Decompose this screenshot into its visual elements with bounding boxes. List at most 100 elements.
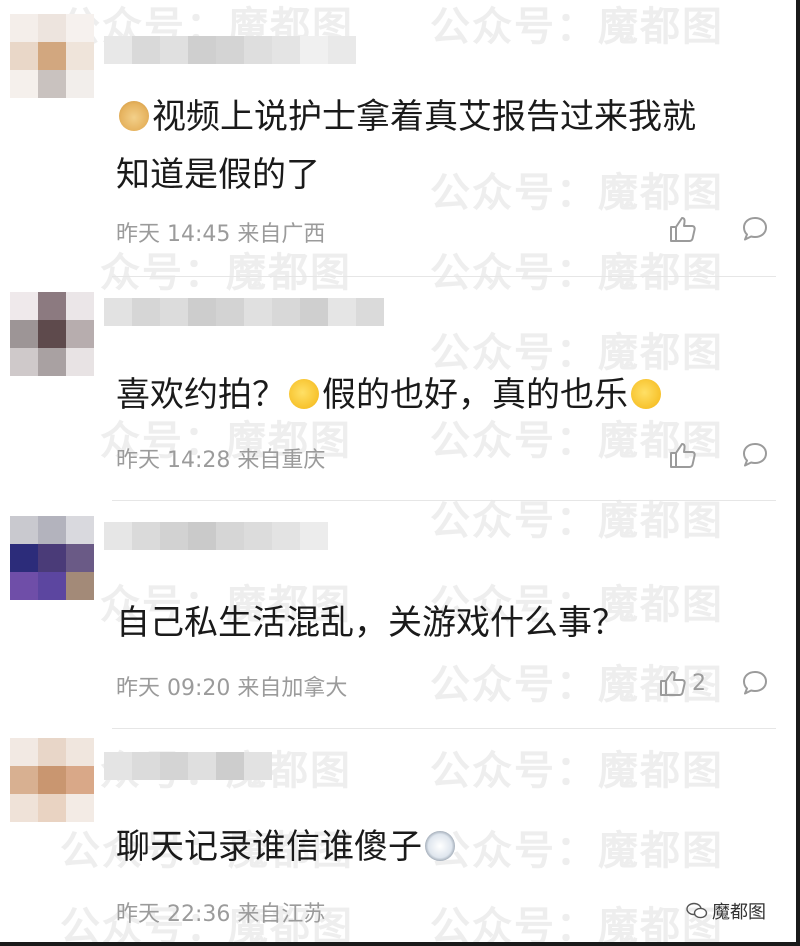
avatar-pixel [38, 766, 66, 794]
avatar-pixel [10, 292, 38, 320]
username-pixel [244, 36, 272, 64]
avatar-pixel [66, 14, 94, 42]
username-pixel [272, 522, 300, 550]
username-pixel [300, 298, 328, 326]
username-pixel [160, 522, 188, 550]
comment-meta: 昨天 14:45 来自广西 [116, 222, 326, 247]
avatar-pixel [38, 516, 66, 544]
comment-text: 视频上说护士拿着真艾报告过来我就 知道是假的了 [116, 88, 766, 204]
divider [112, 728, 776, 729]
username-pixel [188, 36, 216, 64]
comment-text: 聊天记录谁信谁傻子 [116, 818, 766, 876]
username-pixel [188, 522, 216, 550]
comment-meta: 昨天 09:20 来自加拿大 [116, 676, 348, 701]
username-pixel [300, 522, 328, 550]
avatar-pixel [10, 70, 38, 98]
username-pixel [216, 298, 244, 326]
doge-emoji-icon [119, 101, 149, 131]
avatar[interactable] [10, 14, 94, 98]
avatar-pixel [38, 738, 66, 766]
reply-button[interactable] [740, 668, 770, 702]
divider [112, 276, 776, 277]
avatar-pixel [66, 320, 94, 348]
comment-text: 喜欢约拍？ 假的也好，真的也乐 [116, 366, 766, 424]
avatar-pixel [66, 766, 94, 794]
avatar[interactable] [10, 516, 94, 600]
brand-name: 魔都图 [712, 902, 766, 923]
divider [112, 500, 776, 501]
avatar-pixel [66, 572, 94, 600]
username-pixel [132, 298, 160, 326]
username-pixel [272, 298, 300, 326]
username-pixel [216, 36, 244, 64]
thumbs-up-icon [670, 443, 696, 468]
username-pixel [216, 752, 244, 780]
username-pixel [104, 522, 132, 550]
comment-text-line: 聊天记录谁信谁傻子 [116, 827, 422, 867]
username-pixel [244, 298, 272, 326]
avatar-pixel [10, 544, 38, 572]
username-pixel [244, 752, 272, 780]
avatar-pixel [10, 738, 38, 766]
thumbs-up-icon [660, 671, 686, 696]
avatar-pixel [10, 794, 38, 822]
username-pixel [188, 298, 216, 326]
comment-meta: 昨天 14:28 来自重庆 [116, 448, 326, 473]
avatar-pixel [38, 292, 66, 320]
username-blurred[interactable] [104, 522, 328, 550]
username-pixel [328, 298, 356, 326]
avatar-pixel [66, 70, 94, 98]
like-button[interactable] [668, 214, 698, 244]
username-blurred[interactable] [104, 36, 356, 64]
avatar-pixel [10, 348, 38, 376]
avatar-pixel [10, 320, 38, 348]
avatar-pixel [38, 70, 66, 98]
avatar-pixel [38, 348, 66, 376]
avatar-pixel [10, 14, 38, 42]
username-pixel [104, 752, 132, 780]
avatar-pixel [66, 794, 94, 822]
avatar-pixel [66, 42, 94, 70]
like-button[interactable]: 2 [658, 668, 706, 698]
comment-text-line: 视频上说护士拿着真艾报告过来我就 [152, 97, 696, 137]
username-pixel [132, 752, 160, 780]
thinking-emoji-icon [631, 379, 661, 409]
comment-text-line: 知道是假的了 [116, 155, 320, 195]
comment-text-line: 自己私生活混乱，关游戏什么事？ [116, 603, 626, 643]
avatar-pixel [10, 42, 38, 70]
username-pixel [160, 36, 188, 64]
comment-bubble-icon [743, 217, 767, 241]
like-count: 2 [692, 670, 706, 696]
avatar-pixel [66, 348, 94, 376]
comment-bubble-icon [743, 671, 767, 695]
username-pixel [356, 298, 384, 326]
avatar-pixel [10, 572, 38, 600]
avatar[interactable] [10, 738, 94, 822]
comment-text: 自己私生活混乱，关游戏什么事？ [116, 594, 766, 652]
avatar-pixel [66, 516, 94, 544]
reply-button[interactable] [740, 214, 770, 248]
username-pixel [244, 522, 272, 550]
avatar-pixel [38, 794, 66, 822]
username-blurred[interactable] [104, 752, 272, 780]
thumbs-up-icon [670, 217, 696, 242]
username-pixel [132, 522, 160, 550]
reply-button[interactable] [740, 440, 770, 474]
like-button[interactable] [668, 440, 698, 470]
username-pixel [160, 298, 188, 326]
husky-emoji-icon [425, 831, 455, 861]
comment-text-line: 喜欢约拍？ 假的也好，真的也乐 [116, 375, 664, 415]
wechat-icon [686, 902, 708, 919]
comment-bubble-icon [743, 443, 767, 467]
avatar-pixel [66, 738, 94, 766]
avatar-pixel [38, 544, 66, 572]
avatar-pixel [66, 544, 94, 572]
username-pixel [328, 36, 356, 64]
username-pixel [272, 36, 300, 64]
username-pixel [160, 752, 188, 780]
thinking-emoji-icon [289, 379, 319, 409]
avatar[interactable] [10, 292, 94, 376]
username-pixel [216, 522, 244, 550]
username-blurred[interactable] [104, 298, 384, 326]
username-pixel [104, 298, 132, 326]
